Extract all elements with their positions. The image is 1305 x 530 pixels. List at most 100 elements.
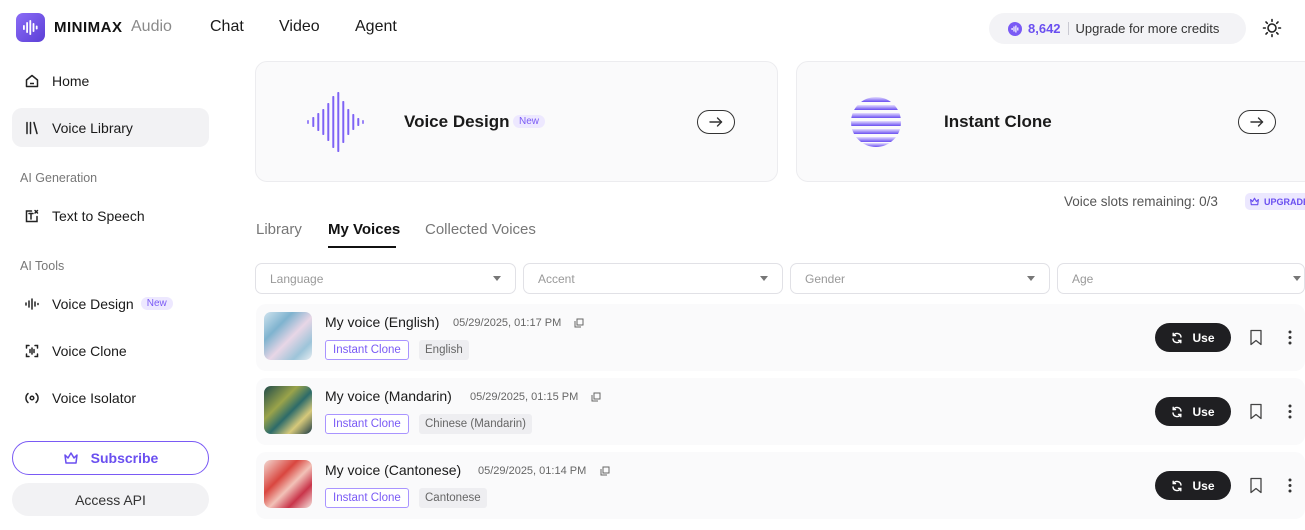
credits-count: 8,642 [1028, 21, 1061, 36]
refresh-icon [1172, 480, 1183, 491]
more-options-icon[interactable] [1285, 403, 1295, 420]
voice-language-tag: Cantonese [419, 488, 487, 508]
sidebar-item-voice-design[interactable]: Voice Design New [12, 284, 209, 323]
nav-chat[interactable]: Chat [210, 18, 244, 36]
instant-clone-graphic-icon [851, 97, 901, 147]
credits-pill[interactable]: 8,642 Upgrade for more credits [989, 13, 1246, 44]
divider [1067, 22, 1069, 35]
refresh-icon [1172, 406, 1183, 417]
copy-icon[interactable] [574, 318, 584, 328]
use-button-label: Use [1192, 330, 1215, 345]
voice-name: My voice (Cantonese) [325, 462, 462, 478]
use-button-label: Use [1192, 404, 1215, 419]
voice-row[interactable]: My voice (English) 05/29/2025, 01:17 PM … [256, 304, 1305, 371]
voice-thumbnail [264, 312, 312, 360]
subscribe-label: Subscribe [90, 450, 159, 466]
upgrade-chip-label: UPGRADE [1264, 196, 1305, 207]
refresh-icon [1172, 332, 1183, 343]
voice-language-tag: Chinese (Mandarin) [419, 414, 532, 434]
arrow-right-icon [709, 117, 723, 127]
sidebar: Home Voice Library AI Generation Text to… [0, 56, 222, 530]
home-icon [25, 74, 39, 87]
sidebar-item-voice-library[interactable]: Voice Library [12, 108, 209, 147]
sidebar-item-home[interactable]: Home [12, 61, 209, 100]
voice-language-tag: English [419, 340, 469, 360]
use-button-label: Use [1192, 478, 1215, 493]
sidebar-item-label: Voice Isolator [52, 389, 137, 406]
more-options-icon[interactable] [1285, 477, 1295, 494]
voice-row[interactable]: My voice (Cantonese) 05/29/2025, 01:14 P… [256, 452, 1305, 519]
age-filter[interactable]: Age [1057, 263, 1305, 294]
voice-name: My voice (Mandarin) [325, 388, 452, 404]
voice-date: 05/29/2025, 01:14 PM [478, 465, 587, 477]
voice-thumbnail [264, 386, 312, 434]
isolator-icon [25, 392, 39, 403]
filter-placeholder: Age [1072, 271, 1094, 286]
voice-design-card[interactable]: Voice Design New [255, 61, 778, 182]
voice-date: 05/29/2025, 01:15 PM [470, 391, 579, 403]
voice-clone-icon [25, 344, 39, 357]
voice-name: My voice (English) [325, 314, 440, 330]
brand-name: MINIMAX [54, 19, 123, 36]
nav-agent[interactable]: Agent [355, 18, 397, 36]
language-filter[interactable]: Language [255, 263, 516, 294]
filter-placeholder: Gender [805, 271, 846, 286]
sidebar-item-label: Voice Library [52, 119, 133, 136]
voice-row[interactable]: My voice (Mandarin) 05/29/2025, 01:15 PM… [256, 378, 1305, 445]
tab-my-voices[interactable]: My Voices [328, 221, 400, 238]
section-heading-ai-tools: AI Tools [20, 259, 65, 273]
waveform-icon [25, 297, 39, 310]
voice-thumbnail [264, 460, 312, 508]
tab-collected-voices[interactable]: Collected Voices [425, 221, 536, 238]
subscribe-button[interactable]: Subscribe [12, 441, 209, 475]
top-bar: MINIMAX Audio Chat Video Agent 8,642 Upg… [0, 0, 1305, 56]
sidebar-item-text-to-speech[interactable]: Text to Speech [12, 196, 209, 235]
nav-video[interactable]: Video [279, 18, 320, 36]
voice-design-arrow-button[interactable] [697, 110, 735, 134]
sidebar-item-voice-isolator[interactable]: Voice Isolator [12, 378, 209, 417]
bookmark-icon[interactable] [1249, 477, 1263, 494]
filter-placeholder: Language [270, 271, 324, 286]
voice-type-tag: Instant Clone [325, 414, 409, 434]
caret-down-icon [1293, 276, 1301, 281]
access-api-button[interactable]: Access API [12, 483, 209, 516]
voice-type-tag: Instant Clone [325, 488, 409, 508]
instant-clone-arrow-button[interactable] [1238, 110, 1276, 134]
sidebar-item-label: Text to Speech [52, 207, 145, 224]
use-button[interactable]: Use [1155, 323, 1231, 352]
waveform-graphic-icon [307, 92, 364, 152]
voice-design-card-title: Voice Design [404, 112, 510, 131]
instant-clone-card[interactable]: Instant Clone [796, 61, 1305, 182]
arrow-right-icon [1250, 117, 1264, 127]
gender-filter[interactable]: Gender [790, 263, 1050, 294]
minimax-logo-icon[interactable] [16, 13, 45, 42]
use-button[interactable]: Use [1155, 471, 1231, 500]
crown-icon [1250, 197, 1259, 206]
new-badge: New [513, 115, 546, 128]
sidebar-item-voice-clone[interactable]: Voice Clone [12, 331, 209, 370]
text-to-speech-icon [25, 209, 39, 222]
copy-icon[interactable] [600, 466, 610, 476]
sidebar-item-label: Voice Clone [52, 342, 127, 359]
accent-filter[interactable]: Accent [523, 263, 783, 294]
active-tab-indicator [328, 246, 396, 248]
voice-slots-remaining: Voice slots remaining: 0/3 [1064, 194, 1218, 209]
tab-library[interactable]: Library [256, 221, 302, 238]
upgrade-credits-link[interactable]: Upgrade for more credits [1076, 21, 1220, 36]
sidebar-item-label: Home [52, 72, 90, 89]
copy-icon[interactable] [591, 392, 601, 402]
crown-icon [63, 452, 78, 464]
voice-date: 05/29/2025, 01:17 PM [453, 317, 562, 329]
use-button[interactable]: Use [1155, 397, 1231, 426]
upgrade-chip[interactable]: UPGRADE [1245, 193, 1305, 210]
filter-placeholder: Accent [538, 271, 575, 286]
sun-icon[interactable] [1261, 17, 1283, 39]
bookmark-icon[interactable] [1249, 403, 1263, 420]
brand-subtitle: Audio [131, 18, 172, 35]
more-options-icon[interactable] [1285, 329, 1295, 346]
caret-down-icon [493, 276, 501, 281]
library-icon [26, 121, 38, 134]
sidebar-item-label: Voice Design [52, 295, 134, 312]
bookmark-icon[interactable] [1249, 329, 1263, 346]
voice-type-tag: Instant Clone [325, 340, 409, 360]
